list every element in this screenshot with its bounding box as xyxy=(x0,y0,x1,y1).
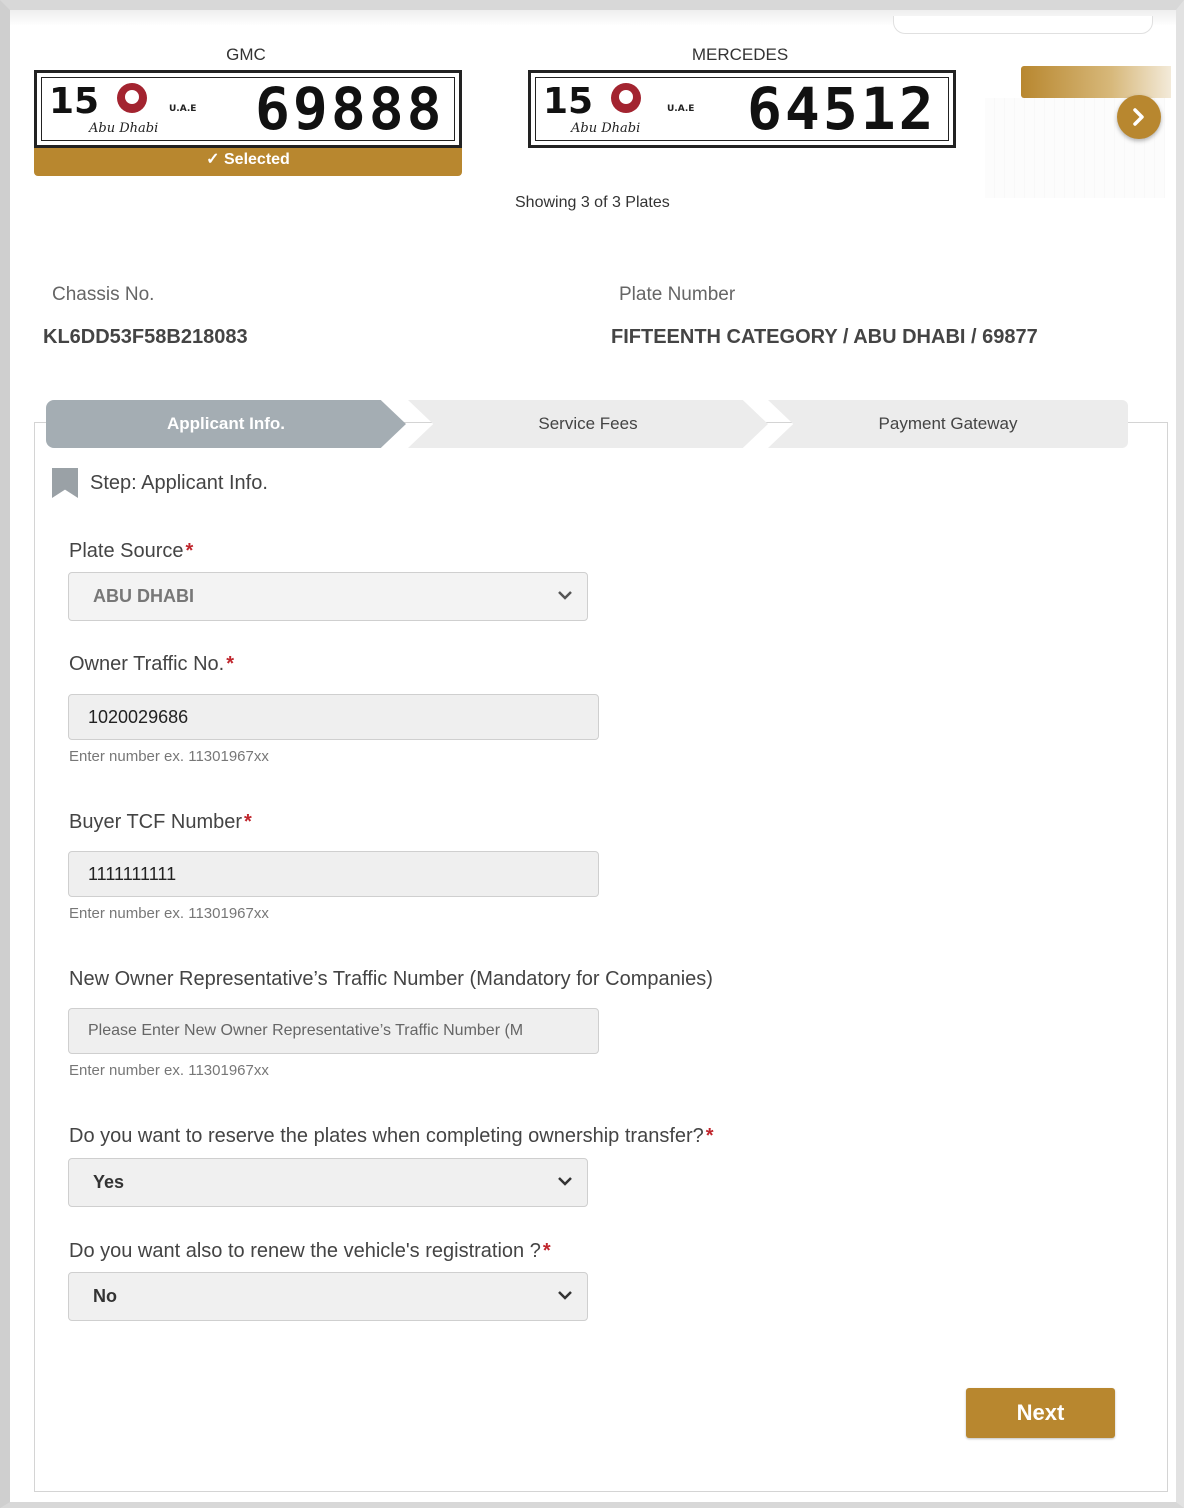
plate-2-make: MERCEDES xyxy=(691,45,789,64)
representative-input[interactable]: Please Enter New Owner Representative’s … xyxy=(68,1008,599,1054)
required-marker: * xyxy=(244,811,252,833)
top-right-tab xyxy=(893,16,1153,34)
plate-source-value: ABU DHABI xyxy=(93,586,194,606)
plate-source-label: Plate Source * xyxy=(69,540,193,563)
plate-number-label: Plate Number xyxy=(619,284,736,305)
plate-emirate-script: Abu Dhabi xyxy=(571,121,641,136)
plate-number: 69888 xyxy=(255,75,445,143)
plate-category: 15 xyxy=(49,81,100,122)
buyer-tcf-input[interactable]: 1111111111 xyxy=(68,851,599,897)
chassis-value: KL6DD53F58B218083 xyxy=(43,326,248,348)
reserve-plates-label: Do you want to reserve the plates when c… xyxy=(69,1125,714,1148)
plate-1-make: GMC xyxy=(226,45,266,64)
step-heading: Step: Applicant Info. xyxy=(52,468,268,498)
plate-emirate-script: Abu Dhabi xyxy=(89,121,159,136)
buyer-tcf-label: Buyer TCF Number * xyxy=(69,811,252,834)
chevron-down-icon xyxy=(558,1291,572,1300)
representative-hint: Enter number ex. 11301967xx xyxy=(69,1062,269,1079)
plate-number-value: FIFTEENTH CATEGORY / ABU DHABI / 69877 xyxy=(611,326,1038,348)
plate-3-selected-bar-partial xyxy=(1021,66,1171,98)
representative-label: New Owner Representative’s Traffic Numbe… xyxy=(69,968,713,990)
plate-card-gmc[interactable]: 15 Abu Dhabi U.A.E 69888 xyxy=(34,70,462,148)
plate-card-mercedes[interactable]: 15 Abu Dhabi U.A.E 64512 xyxy=(528,70,956,148)
chevron-right-icon xyxy=(1133,108,1144,126)
carousel-next-button[interactable] xyxy=(1117,95,1161,139)
plate-number: 64512 xyxy=(747,75,937,143)
abu-dhabi-emblem-icon xyxy=(611,83,641,113)
required-marker: * xyxy=(185,540,194,562)
next-button[interactable]: Next xyxy=(966,1388,1115,1438)
step-heading-text: Step: Applicant Info. xyxy=(90,471,268,494)
plate-source-label-text: Plate Source xyxy=(69,540,184,562)
reserve-plates-select[interactable]: Yes xyxy=(68,1158,588,1207)
chevron-down-icon xyxy=(558,591,572,600)
bookmark-icon xyxy=(52,468,78,498)
chevron-down-icon xyxy=(558,1177,572,1186)
required-marker: * xyxy=(226,653,235,675)
owner-traffic-label: Owner Traffic No. * xyxy=(69,653,234,676)
renew-registration-value: No xyxy=(93,1286,117,1306)
abu-dhabi-emblem-icon xyxy=(117,83,147,113)
required-marker: * xyxy=(705,1125,714,1147)
owner-traffic-input[interactable]: 1020029686 xyxy=(68,694,599,740)
required-marker: * xyxy=(542,1240,551,1262)
owner-traffic-label-text: Owner Traffic No. xyxy=(69,653,225,675)
chassis-label: Chassis No. xyxy=(52,284,155,305)
renew-registration-select[interactable]: No xyxy=(68,1272,588,1321)
plate-category: 15 xyxy=(543,81,594,122)
owner-traffic-hint: Enter number ex. 11301967xx xyxy=(69,748,269,765)
renew-registration-label-text: Do you want also to renew the vehicle's … xyxy=(69,1240,541,1262)
plate-source-select[interactable]: ABU DHABI xyxy=(68,572,588,621)
renew-registration-label: Do you want also to renew the vehicle's … xyxy=(69,1240,551,1263)
buyer-tcf-label-text: Buyer TCF Number xyxy=(69,811,243,833)
step-applicant-info[interactable]: Applicant Info. xyxy=(46,400,406,448)
plates-count-text: Showing 3 of 3 Plates xyxy=(515,194,670,211)
step-service-fees[interactable]: Service Fees xyxy=(408,400,768,448)
plate-country-code: U.A.E xyxy=(667,104,695,114)
buyer-tcf-hint: Enter number ex. 11301967xx xyxy=(69,905,269,922)
plate-country-code: U.A.E xyxy=(169,104,197,114)
step-payment-gateway[interactable]: Payment Gateway xyxy=(768,400,1128,448)
reserve-plates-label-text: Do you want to reserve the plates when c… xyxy=(69,1125,704,1147)
selected-badge: ✓ Selected xyxy=(34,148,462,176)
reserve-plates-value: Yes xyxy=(93,1172,125,1192)
